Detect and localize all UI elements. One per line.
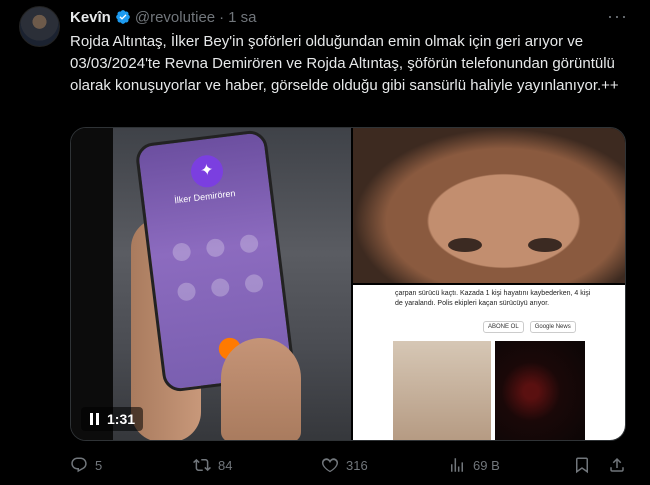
like-button[interactable]: 316 bbox=[321, 456, 368, 474]
tweet-header: Kevîn @revolutiee · 1 sa bbox=[70, 6, 257, 28]
news-photo-night bbox=[495, 341, 585, 440]
like-icon bbox=[321, 458, 339, 473]
bookmark-icon bbox=[576, 457, 588, 474]
subscribe-label: ABONE OL bbox=[483, 321, 524, 333]
hand-image bbox=[221, 338, 301, 440]
phone-button bbox=[239, 233, 260, 254]
share-button[interactable] bbox=[608, 456, 626, 474]
media-grid[interactable]: ✦ İlker Demirören 1:31 çarpan sürücü kaç… bbox=[70, 127, 626, 441]
news-photo-couple bbox=[393, 341, 491, 440]
like-count: 316 bbox=[346, 457, 368, 473]
author-name[interactable]: Kevîn bbox=[70, 9, 111, 26]
share-icon bbox=[610, 457, 624, 472]
video-player[interactable]: ✦ İlker Demirören 1:31 bbox=[71, 128, 351, 440]
avatar[interactable] bbox=[19, 6, 60, 47]
views-count: 69 B bbox=[473, 457, 500, 473]
repost-icon bbox=[193, 458, 211, 472]
timestamp[interactable]: 1 sa bbox=[228, 9, 256, 26]
play-pause-icon[interactable] bbox=[89, 412, 101, 426]
views-button[interactable]: 69 B bbox=[448, 456, 500, 474]
repost-button[interactable]: 84 bbox=[193, 456, 232, 474]
phone-button bbox=[243, 273, 265, 294]
repost-count: 84 bbox=[218, 457, 233, 473]
photo-eye bbox=[528, 238, 562, 252]
author-handle[interactable]: @revolutiee bbox=[135, 9, 215, 26]
reply-count: 5 bbox=[95, 457, 103, 473]
separator: · bbox=[219, 8, 225, 26]
phone-button bbox=[176, 281, 197, 302]
action-bar: 5 84 316 69 B bbox=[70, 456, 626, 474]
phone-button bbox=[171, 241, 192, 263]
news-text: çarpan sürücü kaçtı. Kazada 1 kişi hayat… bbox=[395, 290, 591, 307]
photo-eye bbox=[448, 238, 482, 252]
views-icon bbox=[451, 458, 463, 472]
tweet-text: Rojda Altıntaş, İlker Bey'in şoförleri o… bbox=[70, 33, 619, 94]
sparkle-icon: ✦ bbox=[189, 153, 225, 190]
google-news-label: Google News bbox=[529, 321, 576, 333]
phone-button bbox=[205, 237, 226, 258]
video-controls[interactable]: 1:31 bbox=[81, 407, 144, 431]
reply-button[interactable]: 5 bbox=[70, 456, 102, 474]
video-duration: 1:31 bbox=[107, 411, 136, 427]
more-icon[interactable]: ··· bbox=[607, 6, 628, 27]
phone-caller-name: İlker Demirören bbox=[173, 188, 236, 206]
bookmark-button[interactable] bbox=[573, 456, 591, 474]
face-photo[interactable] bbox=[353, 128, 625, 283]
reply-icon bbox=[71, 457, 87, 473]
news-buttons: ABONE OL Google News bbox=[483, 321, 576, 333]
news-screenshot[interactable]: çarpan sürücü kaçtı. Kazada 1 kişi hayat… bbox=[353, 285, 625, 440]
phone-button bbox=[210, 277, 231, 298]
verified-badge-icon bbox=[116, 10, 130, 24]
